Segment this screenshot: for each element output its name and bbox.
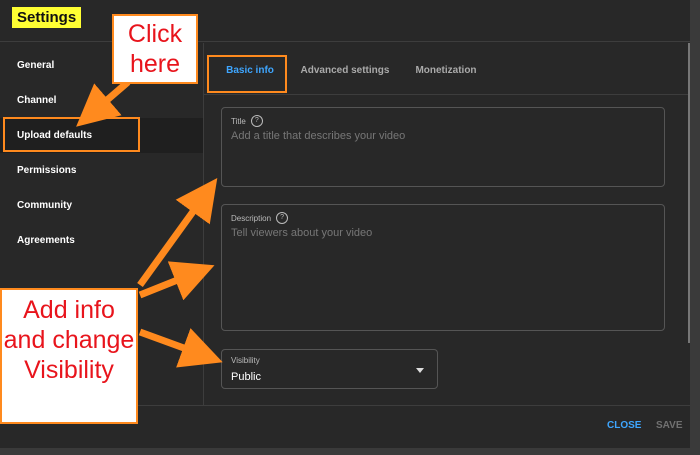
dialog-header: Settings bbox=[0, 0, 690, 42]
close-button[interactable]: CLOSE bbox=[607, 420, 641, 431]
sidebar-item-permissions[interactable]: Permissions bbox=[0, 153, 203, 188]
callout-click-here: Click here bbox=[112, 14, 198, 84]
help-circle-icon[interactable]: ? bbox=[276, 212, 289, 224]
visibility-label: Visibility bbox=[231, 356, 260, 365]
description-field-label: Description bbox=[231, 213, 272, 223]
visibility-label-row: Visibility bbox=[231, 356, 260, 365]
dialog-title: Settings bbox=[12, 7, 82, 28]
title-field-label-row: Title ? bbox=[231, 115, 263, 127]
title-placeholder: Add a title that describes your video bbox=[231, 130, 406, 142]
highlight-upload-defaults bbox=[3, 117, 140, 152]
sidebar-item-agreements[interactable]: Agreements bbox=[0, 223, 203, 258]
save-button[interactable]: SAVE bbox=[656, 420, 683, 431]
help-circle-icon[interactable]: ? bbox=[250, 115, 263, 127]
scrollbar[interactable] bbox=[688, 43, 690, 343]
sidebar-item-community[interactable]: Community bbox=[0, 188, 203, 223]
description-placeholder: Tell viewers about your video bbox=[231, 227, 373, 239]
caret-down-icon bbox=[416, 368, 424, 373]
tab-advanced-settings[interactable]: Advanced settings bbox=[297, 43, 393, 95]
visibility-value: Public bbox=[231, 371, 261, 383]
sidebar-item-channel[interactable]: Channel bbox=[0, 83, 203, 118]
callout-add-info: Add info and change Visibility bbox=[0, 288, 138, 424]
description-field-label-row: Description ? bbox=[231, 212, 289, 224]
title-field[interactable]: Title ? Add a title that describes your … bbox=[221, 107, 665, 187]
highlight-basic-info-tab bbox=[207, 55, 287, 93]
settings-content: Basic info Advanced settings Monetizatio… bbox=[203, 43, 690, 425]
title-field-label: Title bbox=[231, 116, 246, 126]
description-field[interactable]: Description ? Tell viewers about your vi… bbox=[221, 204, 665, 331]
tab-monetization[interactable]: Monetization bbox=[411, 43, 481, 95]
visibility-select[interactable]: Visibility Public bbox=[221, 349, 438, 389]
